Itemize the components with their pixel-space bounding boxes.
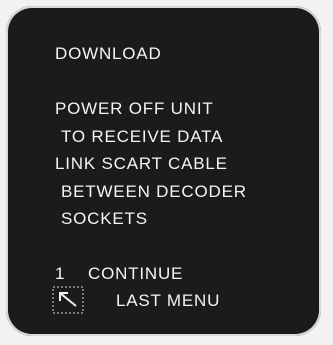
instruction-line-2: TO RECEIVE DATA [61,127,224,146]
instruction-line-5: SOCKETS [61,209,148,228]
instruction-line-1: POWER OFF UNIT [55,99,214,118]
continue-key[interactable]: 1 [55,264,65,284]
teletext-screen: DOWNLOAD POWER OFF UNIT TO RECEIVE DATA … [6,6,321,336]
screen-title: DOWNLOAD [55,44,162,63]
instruction-line-3: LINK SCART CABLE [55,154,228,173]
continue-option[interactable]: CONTINUE [88,264,183,284]
instruction-line-4: BETWEEN DECODER [61,182,247,201]
back-arrow-icon[interactable] [52,286,84,314]
last-menu-option[interactable]: LAST MENU [116,291,220,311]
